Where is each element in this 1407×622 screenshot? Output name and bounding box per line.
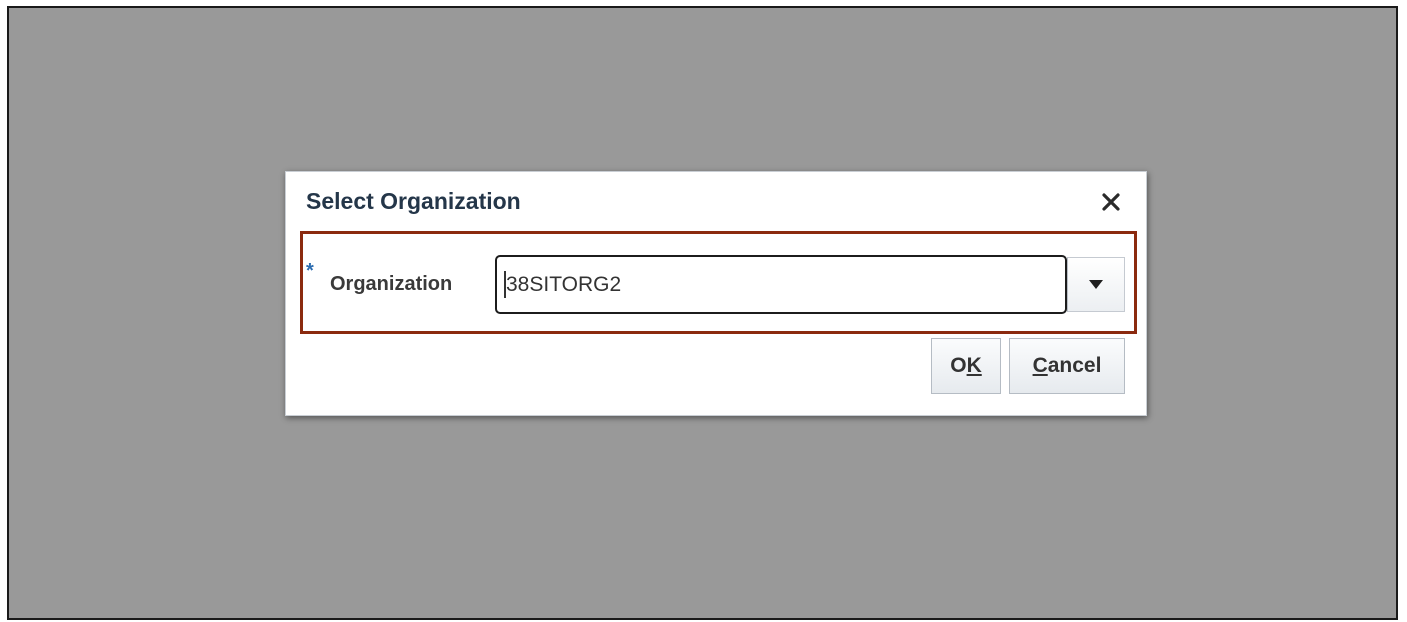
organization-dropdown-button[interactable] bbox=[1067, 257, 1125, 312]
dialog-title: Select Organization bbox=[306, 188, 521, 214]
cancel-label-post: ancel bbox=[1047, 354, 1102, 377]
required-marker: * bbox=[306, 260, 314, 282]
close-icon bbox=[1102, 193, 1120, 211]
close-button[interactable] bbox=[1098, 188, 1124, 216]
cancel-mnemonic: C bbox=[1032, 354, 1048, 377]
organization-input[interactable] bbox=[495, 255, 1067, 314]
ok-label-pre: O bbox=[950, 354, 967, 377]
text-cursor bbox=[504, 271, 506, 298]
ok-mnemonic: K bbox=[966, 354, 982, 377]
organization-label: Organization bbox=[330, 273, 453, 295]
triangle-down-icon bbox=[1089, 279, 1103, 289]
cancel-button[interactable]: Cancel bbox=[1009, 338, 1125, 394]
select-organization-dialog: Select Organization * Organization OK Ca… bbox=[285, 171, 1147, 416]
ok-button[interactable]: OK bbox=[931, 338, 1001, 394]
